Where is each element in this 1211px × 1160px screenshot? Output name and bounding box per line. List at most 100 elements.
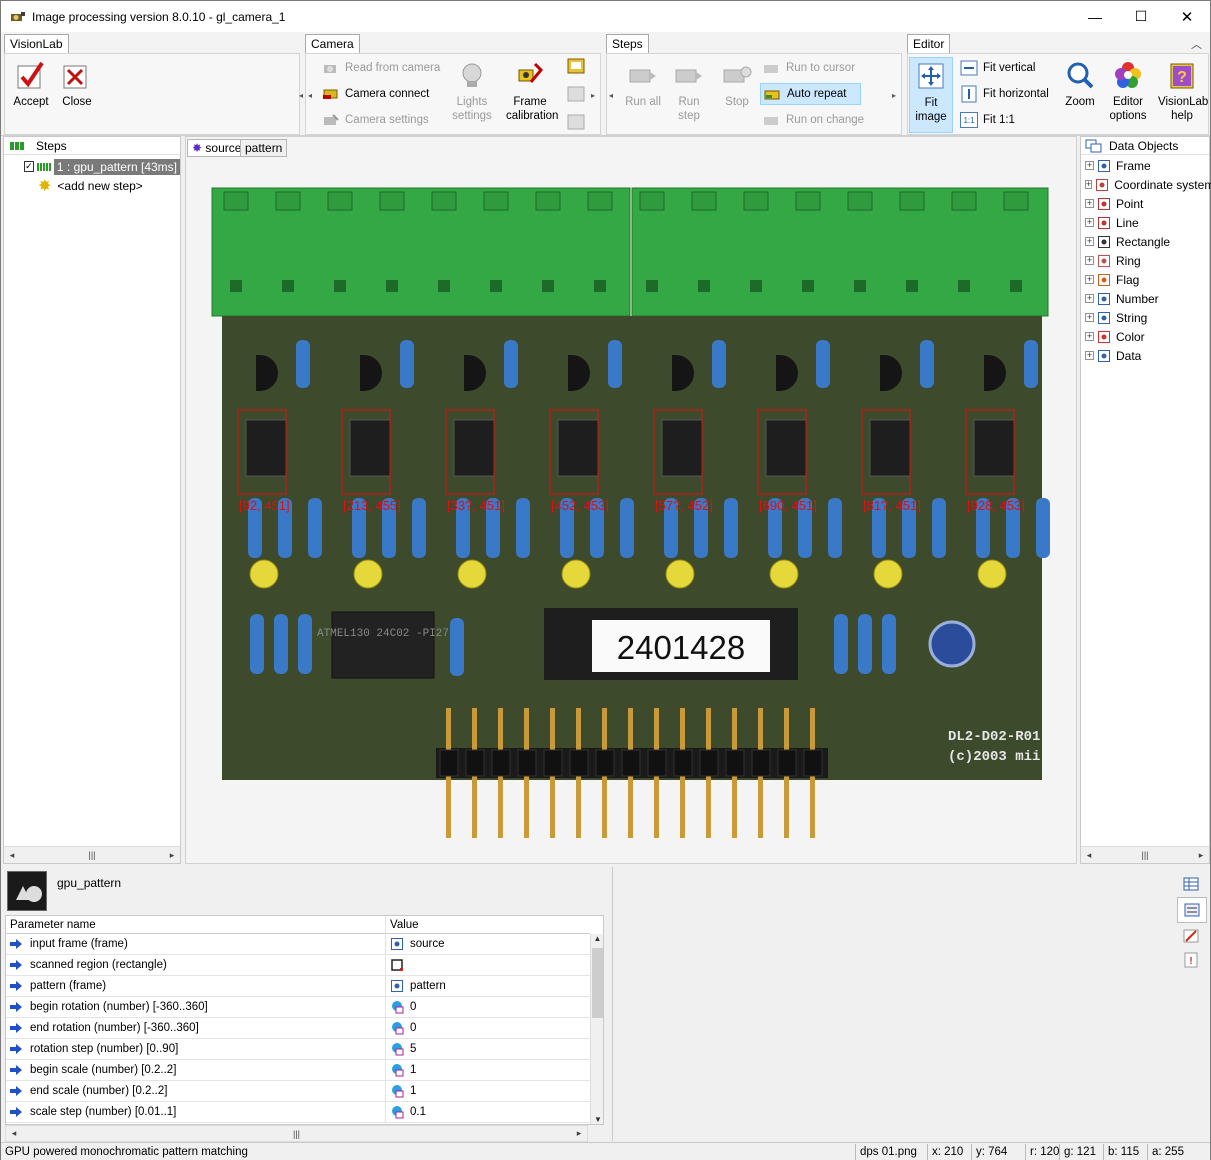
parameter-vscrollbar[interactable]: ▲ ▼ [590, 934, 603, 1124]
parameter-row[interactable]: scale step (number) [0.01..1] 0.1 [6, 1101, 590, 1123]
auto-repeat-button[interactable]: Auto repeat [760, 83, 862, 105]
data-object-coordinate-system[interactable]: + Coordinate system [1085, 175, 1211, 194]
add-new-step-item[interactable]: ✸ <add new step> [4, 176, 180, 195]
data-object-rectangle[interactable]: + Rectangle [1085, 232, 1209, 251]
run-to-cursor-button[interactable]: Run to cursor [763, 58, 855, 78]
tab-editor[interactable]: Editor [907, 34, 951, 53]
frame-calibration-button[interactable]: Frame calibration [506, 59, 558, 123]
parameter-row[interactable]: end scale (number) [0.2..2] 1 [6, 1080, 590, 1102]
data-object-string[interactable]: + String [1085, 308, 1209, 327]
parameter-value[interactable]: 0 [386, 1021, 416, 1035]
point-icon [1097, 197, 1111, 211]
expand-icon[interactable]: + [1085, 237, 1094, 246]
data-object-ring[interactable]: + Ring [1085, 251, 1209, 270]
parameter-value[interactable]: 1 [386, 1084, 416, 1098]
fit-horizontal-button[interactable]: Fit horizontal [960, 84, 1049, 104]
parameter-value[interactable]: pattern [386, 979, 446, 993]
run-on-change-button[interactable]: Run on change [763, 110, 864, 130]
parameter-value[interactable]: 0 [386, 1000, 416, 1014]
expand-icon[interactable]: + [1085, 161, 1094, 170]
data-object-label: Ring [1116, 253, 1141, 268]
expand-icon[interactable]: + [1085, 199, 1094, 208]
parameter-row[interactable]: scanned region (rectangle) [6, 954, 590, 976]
close-window-button[interactable]: ✕ [1164, 1, 1210, 32]
number-icon [392, 1022, 404, 1035]
tab-steps[interactable]: Steps [606, 34, 649, 53]
lights-settings-button[interactable]: Lights settings [448, 59, 496, 123]
stop-button[interactable]: Stop [713, 59, 761, 109]
data-object-color[interactable]: + Color [1085, 327, 1209, 346]
fit-1-1-button[interactable]: 1:1 Fit 1:1 [960, 110, 1015, 130]
group-scroll-left-icon[interactable]: ◂ [297, 55, 305, 135]
scroll-thumb[interactable] [592, 948, 603, 1018]
data-object-number[interactable]: + Number [1085, 289, 1209, 308]
parameter-value[interactable]: 1 [386, 1063, 416, 1077]
step-label: 1 : gpu_pattern [43ms] [53, 158, 180, 175]
collapse-ribbon-icon[interactable]: ︿ [1191, 36, 1202, 52]
expand-icon[interactable]: + [1085, 332, 1094, 341]
steps-scroll-right-icon[interactable]: ▸ [890, 55, 898, 135]
new-step-icon: ✸ [38, 177, 52, 195]
run-on-change-label: Run on change [786, 114, 865, 126]
step-item[interactable]: ✓ 1 : gpu_pattern [43ms] [4, 157, 180, 176]
camera-settings-button[interactable]: Camera settings [322, 110, 429, 130]
maximize-button[interactable]: ☐ [1118, 1, 1164, 32]
run-all-icon [627, 59, 659, 91]
camera-connect-button[interactable]: Camera connect [322, 84, 429, 104]
parameter-row[interactable]: pattern (frame) pattern [6, 975, 590, 997]
parameter-name: rotation step (number) [0..90] [6, 1038, 386, 1060]
edit-view-icon[interactable] [1179, 925, 1203, 947]
column-parameter-name[interactable]: Parameter name [6, 916, 386, 934]
parameter-row[interactable]: rotation step (number) [0..90] 5 [6, 1038, 590, 1060]
editor-options-button[interactable]: Editor options [1104, 59, 1152, 123]
expand-icon[interactable]: + [1085, 294, 1094, 303]
parameter-row[interactable]: begin rotation (number) [-360..360] 0 [6, 996, 590, 1018]
close-button[interactable]: Close [53, 59, 101, 109]
fit-image-button[interactable]: Fit image [909, 57, 953, 133]
steps-hscrollbar[interactable]: ◂ ||| ▸ [4, 846, 180, 863]
parameter-row[interactable]: input frame (frame) source [6, 933, 590, 955]
numeric-view-icon[interactable] [1177, 897, 1207, 923]
info-view-icon[interactable]: ! [1179, 949, 1203, 971]
data-object-point[interactable]: + Point [1085, 194, 1209, 213]
visionlab-help-button[interactable]: ? VisionLab help [1158, 59, 1208, 123]
expand-icon[interactable]: + [1085, 256, 1094, 265]
expand-icon[interactable]: + [1085, 180, 1093, 189]
step-checkbox[interactable]: ✓ [24, 161, 34, 172]
data-object-data[interactable]: + Data [1085, 346, 1209, 365]
camera-scroll-right-icon[interactable]: ▸ [589, 55, 597, 135]
data-object-line[interactable]: + Line [1085, 213, 1209, 232]
parameter-value[interactable]: 0.1 [386, 1105, 426, 1119]
expand-icon[interactable]: + [1085, 218, 1094, 227]
tab-source[interactable]: ✸ source [187, 139, 247, 157]
minimize-button[interactable]: — [1072, 1, 1118, 32]
parameter-row[interactable]: end rotation (number) [-360..360] 0 [6, 1017, 590, 1039]
fit-vertical-button[interactable]: Fit vertical [960, 58, 1035, 78]
zoom-button[interactable]: Zoom [1056, 59, 1104, 109]
tab-camera[interactable]: Camera [305, 34, 360, 53]
data-object-frame[interactable]: + Frame [1085, 156, 1209, 175]
objects-hscrollbar[interactable]: ◂ ||| ▸ [1081, 846, 1209, 863]
scroll-down-icon[interactable]: ▼ [591, 1115, 603, 1124]
column-value[interactable]: Value [386, 919, 419, 931]
camera-scroll-left-icon[interactable]: ◂ [306, 55, 314, 135]
parameter-value[interactable] [386, 958, 410, 972]
steps-scroll-left-icon[interactable]: ◂ [607, 55, 615, 135]
tab-visionlab[interactable]: VisionLab [4, 34, 69, 53]
run-step-button[interactable]: Run step [665, 59, 713, 123]
scroll-up-icon[interactable]: ▲ [591, 934, 603, 943]
data-object-flag[interactable]: + Flag [1085, 270, 1209, 289]
read-from-camera-button[interactable]: Read from camera [322, 58, 440, 78]
expand-icon[interactable]: + [1085, 313, 1094, 322]
accept-button[interactable]: Accept [7, 59, 55, 109]
expand-icon[interactable]: + [1085, 275, 1094, 284]
run-all-button[interactable]: Run all [619, 59, 667, 109]
parameter-value[interactable]: 5 [386, 1042, 416, 1056]
table-view-icon[interactable] [1179, 873, 1203, 895]
tab-pattern[interactable]: pattern [240, 139, 288, 157]
parameter-value[interactable]: source [386, 937, 445, 951]
parameter-hscrollbar[interactable]: ◂ ||| ▸ [5, 1125, 588, 1142]
expand-icon[interactable]: + [1085, 351, 1094, 360]
pcb-image[interactable]: ATMEL130 24C02 -PI27 2401428 DL2-D02-R01… [210, 180, 1050, 843]
parameter-row[interactable]: begin scale (number) [0.2..2] 1 [6, 1059, 590, 1081]
